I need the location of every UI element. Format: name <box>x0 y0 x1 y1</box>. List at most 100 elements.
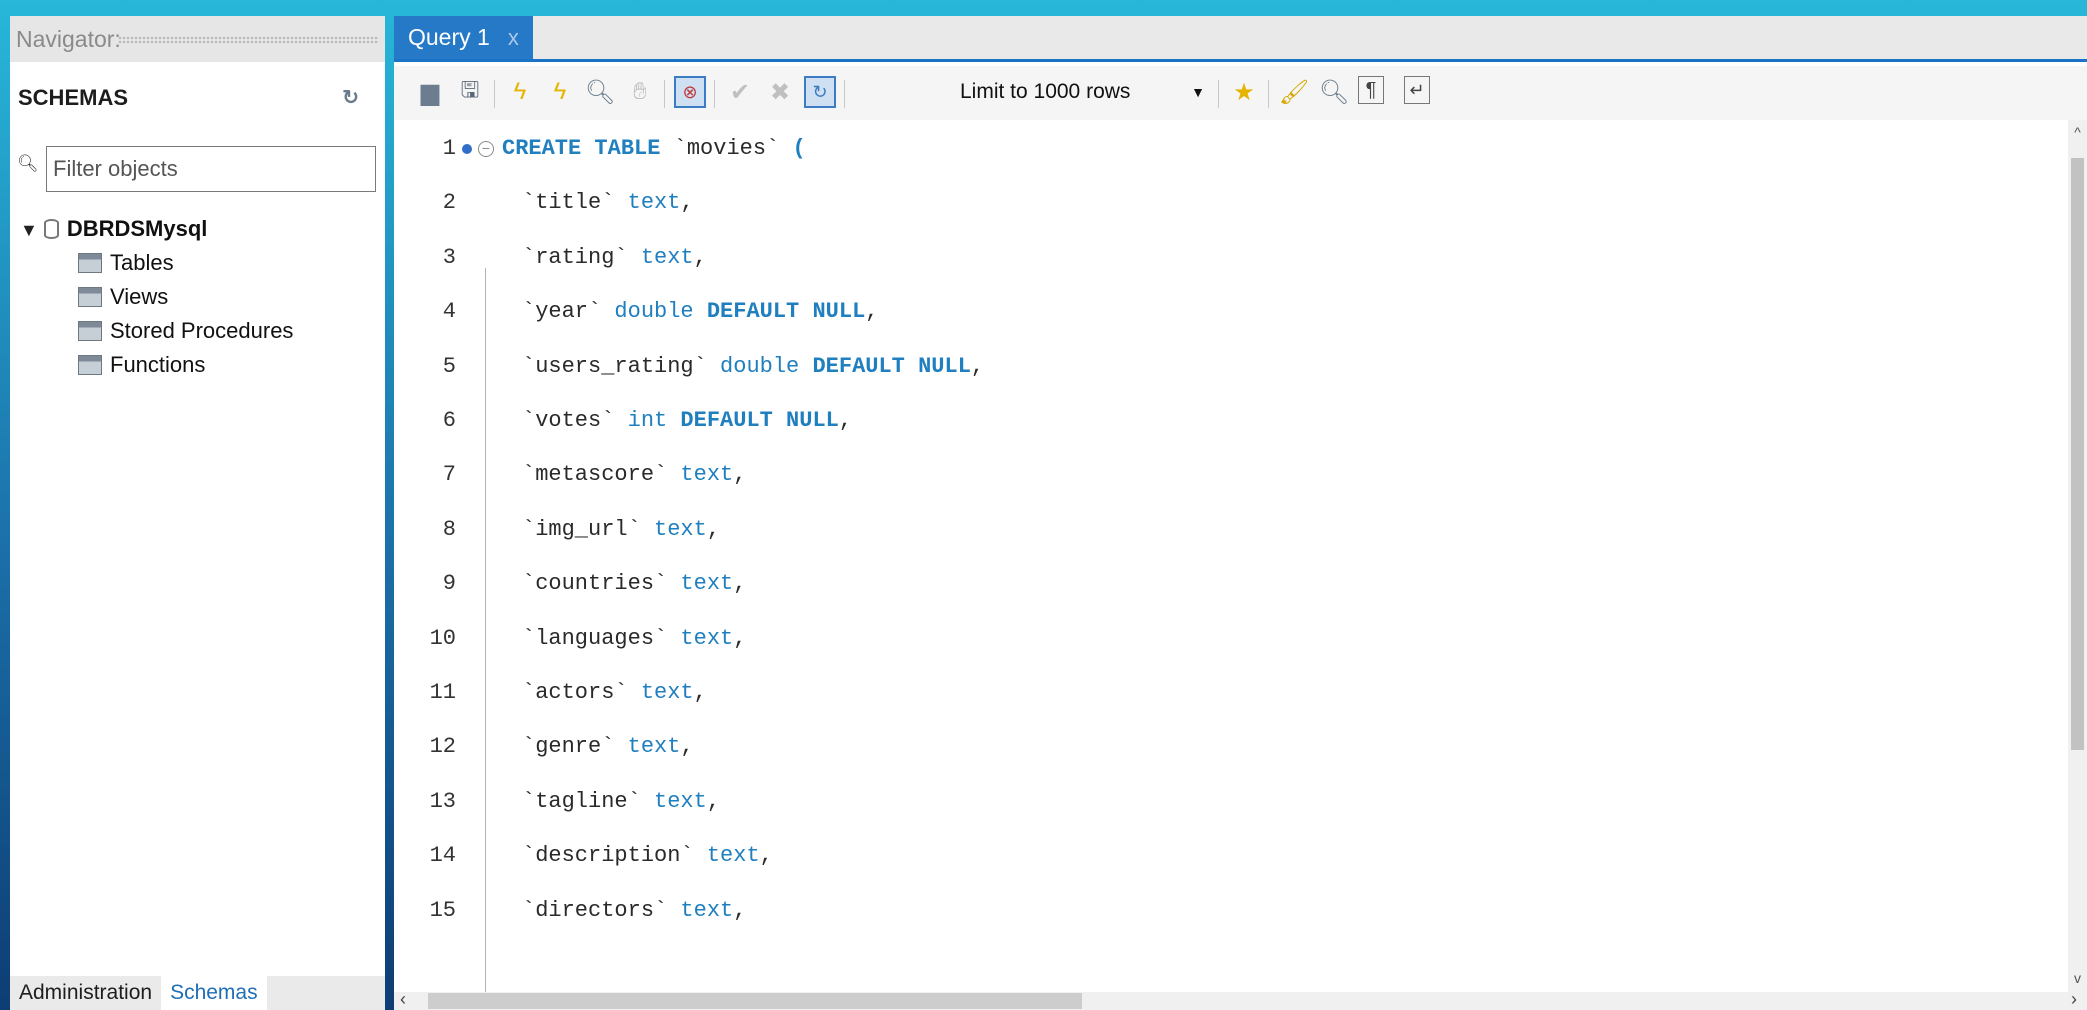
save-icon[interactable]: 🖫︎ <box>454 76 486 108</box>
code-token: `metascore` <box>522 462 668 488</box>
refresh-icon[interactable]: ↻ <box>342 78 359 118</box>
fold-toggle-icon[interactable]: − <box>478 141 494 157</box>
navigator-header: Navigator: <box>10 16 385 62</box>
beautify-icon[interactable]: 🖌︎ <box>1278 76 1310 108</box>
scroll-thumb[interactable] <box>428 993 1082 1009</box>
code-area[interactable]: 1− CREATE TABLE `movies` (2 `title` text, 3… <box>394 120 2068 992</box>
code-token: text <box>640 516 707 542</box>
line-number: 4 <box>442 299 456 325</box>
rollback-icon[interactable]: ✖︎ <box>764 76 796 108</box>
code-token: `countries` <box>522 571 668 597</box>
autocommit-icon[interactable]: ↻ <box>804 76 836 108</box>
code-line: `actors` text, <box>522 680 707 705</box>
code-token: , <box>706 516 721 542</box>
limit-rows-label: Limit to 1000 rows <box>960 80 1131 103</box>
word-wrap-icon[interactable]: ↵ <box>1404 76 1430 104</box>
code-token: text <box>640 788 707 814</box>
tree-item-stored-procedures[interactable]: Stored Procedures <box>78 314 293 348</box>
code-line: `directors` text, <box>522 898 746 923</box>
panel-grip[interactable] <box>118 36 379 44</box>
code-token: , <box>680 190 694 216</box>
invisible-chars-icon[interactable]: ¶ <box>1358 76 1384 104</box>
search-icon: 🔍︎ <box>17 154 39 173</box>
scroll-down-icon[interactable]: v <box>2068 970 2087 986</box>
code-token: double <box>601 299 694 325</box>
tree-item-label: Tables <box>110 250 174 275</box>
tab-query-1[interactable]: Query 1 x <box>394 16 533 59</box>
line-number: 12 <box>429 734 456 760</box>
toggle-output-icon[interactable]: ⊗ <box>674 76 706 108</box>
code-token: `img_url` <box>522 516 641 542</box>
table-icon <box>78 253 102 273</box>
tab-schemas[interactable]: Schemas <box>161 976 267 1010</box>
code-line: `img_url` text, <box>522 517 720 542</box>
scroll-left-icon[interactable]: ‹ <box>400 989 406 1010</box>
code-token: `tagline` <box>522 788 641 814</box>
code-token: , <box>733 897 747 923</box>
code-line: `rating` text, <box>522 245 707 270</box>
line-number: 8 <box>442 516 456 542</box>
execute-icon[interactable]: ϟ <box>504 76 536 108</box>
toolbar-separator <box>714 80 715 108</box>
filter-objects-input[interactable] <box>46 146 376 192</box>
code-token: `actors` <box>522 680 628 705</box>
find-icon[interactable]: 🔍︎ <box>1318 76 1350 108</box>
code-token: DEFAULT NULL <box>799 353 971 379</box>
code-line: `year` double DEFAULT NULL, <box>522 299 878 324</box>
dropdown-arrow-icon: ▼ <box>1191 84 1205 100</box>
navigator-panel: Navigator: SCHEMAS ↻ 🔍︎ ▼ DBRDSMysql Tabl… <box>10 16 385 1010</box>
explain-icon[interactable]: 🔍︎ <box>584 76 616 108</box>
scroll-up-icon[interactable]: ^ <box>2068 124 2087 140</box>
code-token: text <box>614 190 681 216</box>
code-line: `languages` text, <box>522 626 746 651</box>
tab-administration[interactable]: Administration <box>10 976 161 1010</box>
add-snippet-icon[interactable]: ★ <box>1228 76 1260 108</box>
views-icon <box>78 287 102 307</box>
line-number: 3 <box>442 244 456 270</box>
stop-icon[interactable]: ✋︎ <box>624 76 656 108</box>
commit-icon[interactable]: ✔︎ <box>724 76 756 108</box>
line-number: 15 <box>429 897 456 923</box>
code-token: CREATE TABLE <box>502 136 674 161</box>
tree-item-functions[interactable]: Functions <box>78 348 205 382</box>
toolbar-separator <box>664 80 665 108</box>
editor-tabbar: Query 1 x <box>394 16 2087 62</box>
code-token: `year` <box>522 299 602 325</box>
tab-label: Query 1 <box>408 24 490 50</box>
tree-database[interactable]: ▼ DBRDSMysql <box>20 212 207 246</box>
code-token: `movies` <box>673 136 780 161</box>
code-line: `countries` text, <box>522 571 746 596</box>
workbench-window: Navigator: SCHEMAS ↻ 🔍︎ ▼ DBRDSMysql Tabl… <box>0 0 2087 1010</box>
open-file-icon[interactable]: ▆ <box>414 76 446 108</box>
code-token: `title` <box>522 190 615 216</box>
navigator-tabs: Administration Schemas <box>10 976 385 1010</box>
navigator-title: Navigator: <box>16 26 121 52</box>
code-token: `languages` <box>522 625 668 651</box>
tree-item-label: Stored Procedures <box>110 318 294 343</box>
database-name: DBRDSMysql <box>66 216 208 241</box>
code-token: text <box>667 625 734 651</box>
close-tab-icon[interactable]: x <box>508 25 519 50</box>
execute-current-icon[interactable]: ϟ <box>544 76 576 108</box>
code-token: text <box>667 571 734 597</box>
code-token: text <box>667 462 734 488</box>
scroll-right-icon[interactable]: › <box>2071 989 2077 1010</box>
scroll-thumb[interactable] <box>2071 158 2084 750</box>
function-icon <box>78 355 102 375</box>
limit-rows-select[interactable]: Limit to 1000 rows ▼ <box>960 74 1205 110</box>
schemas-header: SCHEMAS ↻ <box>10 78 385 118</box>
code-token: ( <box>779 136 806 161</box>
code-token: `rating` <box>522 244 628 270</box>
code-token: , <box>865 299 879 325</box>
code-token: , <box>693 680 707 705</box>
expand-arrow-icon[interactable]: ▼ <box>20 220 38 240</box>
tree-item-views[interactable]: Views <box>78 280 168 314</box>
line-number: 1 <box>442 136 456 161</box>
procedure-icon <box>78 321 102 341</box>
code-line: CREATE TABLE `movies` ( <box>502 136 806 161</box>
code-token: `directors` <box>522 897 668 923</box>
horizontal-scrollbar[interactable]: ‹ › <box>394 989 2087 1010</box>
tree-item-tables[interactable]: Tables <box>78 246 174 280</box>
code-token: double <box>706 353 800 379</box>
vertical-scrollbar[interactable]: ^ v <box>2068 120 2087 992</box>
